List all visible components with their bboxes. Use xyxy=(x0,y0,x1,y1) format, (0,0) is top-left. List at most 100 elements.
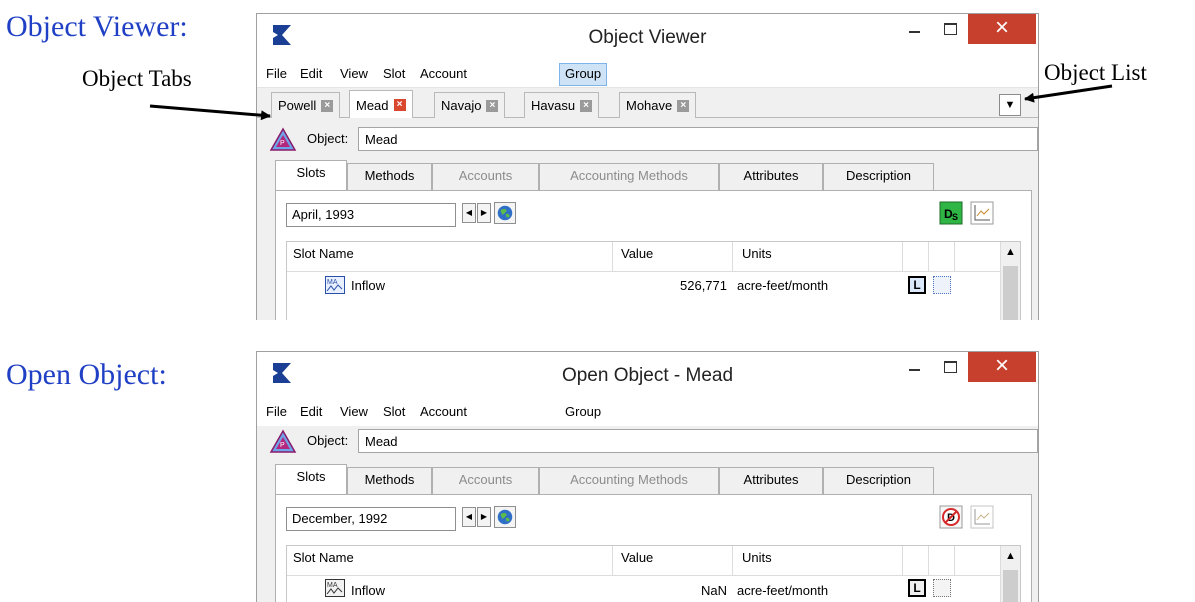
col-units[interactable]: Units xyxy=(742,246,772,261)
object-tab-havasu[interactable]: Havasu × xyxy=(524,92,600,118)
step-forward-button[interactable]: ▶ xyxy=(477,507,491,527)
svg-text:S: S xyxy=(952,212,958,222)
titlebar: Open Object - Mead xyxy=(257,352,1038,398)
step-back-button[interactable]: ◀ xyxy=(462,507,476,527)
tab-accounting-methods[interactable]: Accounting Methods xyxy=(539,467,719,494)
open-object-content: P Object: Slots Methods Accounts Account… xyxy=(257,426,1038,602)
svg-text:P: P xyxy=(280,140,285,147)
series-slot-icon: MA xyxy=(325,579,345,597)
globe-icon[interactable] xyxy=(494,506,516,528)
col-units[interactable]: Units xyxy=(742,550,772,565)
object-tab-mead[interactable]: Mead × xyxy=(349,90,413,119)
object-viewer-callout: Object Viewer: xyxy=(6,10,188,43)
reservoir-object-icon: P xyxy=(269,127,297,151)
menu-view[interactable]: View xyxy=(335,65,373,85)
menu-account[interactable]: Account xyxy=(415,65,472,85)
dataset-icon[interactable]: D S xyxy=(939,201,963,225)
col-value[interactable]: Value xyxy=(621,550,653,565)
tab-label: Navajo xyxy=(441,98,482,113)
tab-slots[interactable]: Slots xyxy=(275,160,347,191)
object-list-button[interactable]: ▼ xyxy=(999,94,1021,116)
slot-name-cell: Inflow xyxy=(351,278,385,293)
maximize-button[interactable] xyxy=(933,352,967,382)
col-slot-name[interactable]: Slot Name xyxy=(293,246,354,261)
object-tabs-arrow xyxy=(149,104,271,121)
tab-accounting-methods[interactable]: Accounting Methods xyxy=(539,163,719,190)
tab-accounts[interactable]: Accounts xyxy=(432,467,539,494)
object-list-callout: Object List xyxy=(1044,60,1147,85)
slots-panel: April, 1993 ◀ ▶ D S Slot Name Value Unit… xyxy=(275,190,1032,320)
menu-group[interactable]: Group xyxy=(559,63,608,86)
menu-edit[interactable]: Edit xyxy=(295,403,327,423)
open-object-callout: Open Object: xyxy=(6,358,167,391)
globe-icon[interactable] xyxy=(494,202,516,224)
no-dataset-icon[interactable]: D xyxy=(939,505,963,529)
tab-methods[interactable]: Methods xyxy=(347,163,432,190)
tab-close-icon[interactable]: × xyxy=(677,99,690,112)
tab-close-icon[interactable]: × xyxy=(321,99,334,112)
tab-methods[interactable]: Methods xyxy=(347,467,432,494)
menu-slot[interactable]: Slot xyxy=(378,65,410,85)
table-scrollbar[interactable]: ▲ xyxy=(1000,242,1020,320)
slot-units-cell: acre-feet/month xyxy=(737,278,829,293)
col-slot-name[interactable]: Slot Name xyxy=(293,550,354,565)
scroll-thumb[interactable] xyxy=(1003,570,1018,602)
tab-slots[interactable]: Slots xyxy=(275,464,347,495)
timestep-field[interactable]: December, 1992 xyxy=(286,507,456,531)
scroll-thumb[interactable] xyxy=(1003,266,1018,320)
tab-label: Havasu xyxy=(531,98,576,113)
plot-icon[interactable] xyxy=(970,201,994,225)
svg-text:P: P xyxy=(280,442,285,449)
tab-description[interactable]: Description xyxy=(823,467,934,494)
slot-value-cell: NaN xyxy=(700,583,727,598)
menu-edit[interactable]: Edit xyxy=(295,65,327,85)
step-back-button[interactable]: ◀ xyxy=(462,203,476,223)
input-flag-icon xyxy=(933,276,951,294)
menubar: File Edit View Slot Account Group xyxy=(257,60,1038,88)
tab-accounts[interactable]: Accounts xyxy=(432,163,539,190)
col-value[interactable]: Value xyxy=(621,246,653,261)
slot-table: Slot Name Value Units ▲ MA xyxy=(286,545,1021,602)
tab-attributes[interactable]: Attributes xyxy=(719,467,823,494)
menu-view[interactable]: View xyxy=(335,403,373,423)
object-name-field[interactable] xyxy=(358,127,1038,151)
minimize-button[interactable] xyxy=(897,352,931,382)
object-viewer-window: Object Viewer File Edit View Slot Accoun… xyxy=(256,13,1039,320)
timestep-field[interactable]: April, 1993 xyxy=(286,203,456,227)
scroll-up-icon[interactable]: ▲ xyxy=(1001,550,1020,562)
tab-description[interactable]: Description xyxy=(823,163,934,190)
object-tab-navajo[interactable]: Navajo × xyxy=(434,92,506,118)
object-name-field[interactable] xyxy=(358,429,1038,453)
menu-group[interactable]: Group xyxy=(560,403,606,423)
plot-icon[interactable] xyxy=(970,505,994,529)
menu-account[interactable]: Account xyxy=(415,403,472,423)
tab-label: Powell xyxy=(278,98,317,113)
viewer-content: P Object: Slots Methods Accounts Account… xyxy=(257,118,1038,320)
tab-attributes[interactable]: Attributes xyxy=(719,163,823,190)
menubar: File Edit View Slot Account Group xyxy=(257,398,1038,426)
menu-file[interactable]: File xyxy=(261,65,292,85)
linked-flag-icon: L xyxy=(908,276,926,294)
series-slot-icon: MA xyxy=(325,276,345,294)
object-tab-powell[interactable]: Powell × xyxy=(271,92,341,118)
close-button[interactable] xyxy=(968,14,1036,44)
tab-label: Mohave xyxy=(626,98,673,113)
step-forward-button[interactable]: ▶ xyxy=(477,203,491,223)
input-flag-icon xyxy=(933,579,951,597)
menu-file[interactable]: File xyxy=(261,403,292,423)
table-scrollbar[interactable]: ▲ xyxy=(1000,546,1020,602)
slot-units-cell: acre-feet/month xyxy=(737,583,829,598)
slot-value-cell: 526,771 xyxy=(680,278,727,293)
slot-name-cell: Inflow xyxy=(351,583,385,598)
maximize-button[interactable] xyxy=(933,14,967,44)
tab-close-icon[interactable]: × xyxy=(580,99,593,112)
scroll-up-icon[interactable]: ▲ xyxy=(1001,246,1020,258)
object-tab-mohave[interactable]: Mohave × xyxy=(619,92,697,118)
close-button[interactable] xyxy=(968,352,1036,382)
minimize-button[interactable] xyxy=(897,14,931,44)
tab-close-icon[interactable]: × xyxy=(486,99,499,112)
object-label: Object: xyxy=(307,131,349,146)
menu-slot[interactable]: Slot xyxy=(378,403,410,423)
tab-close-icon[interactable]: × xyxy=(393,99,406,111)
slot-table: Slot Name Value Units ▲ MA xyxy=(286,241,1021,320)
